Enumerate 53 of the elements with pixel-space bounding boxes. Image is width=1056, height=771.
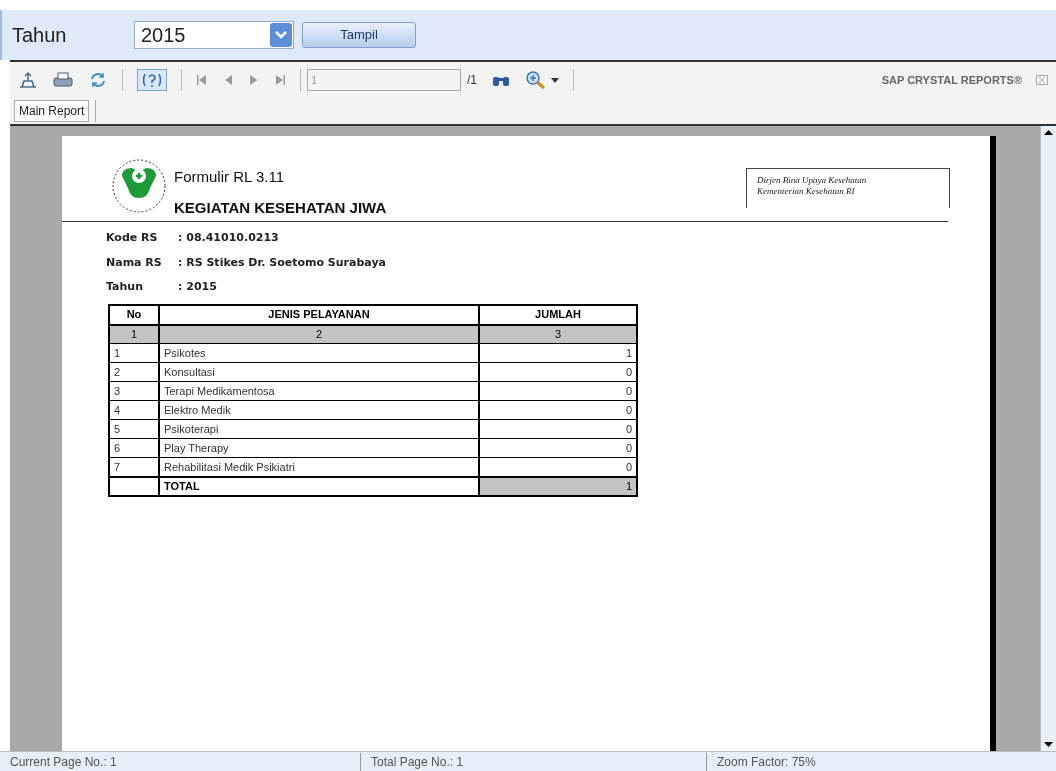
report-subtitle: KEGIATAN KESEHATAN JIWA	[174, 197, 387, 218]
table-cell: Play Therapy	[159, 438, 479, 458]
issuer-line: Dirjen Bina Upaya Kesehatan	[757, 175, 868, 186]
field-label: Nama RS	[106, 254, 163, 271]
table-cell: 1	[109, 343, 159, 363]
refresh-icon[interactable]	[88, 71, 108, 89]
column-header: JUMLAH	[479, 304, 637, 325]
year-dropdown[interactable]: 2015	[134, 21, 294, 49]
status-text: Zoom Factor: 75%	[706, 752, 1056, 771]
table-cell: 0	[479, 438, 637, 458]
table-cell: Konsultasi	[159, 362, 479, 382]
export-icon[interactable]	[18, 71, 38, 89]
first-page-icon[interactable]	[196, 74, 208, 86]
column-header: JENIS PELAYANAN	[159, 304, 479, 325]
zoom-button[interactable]	[525, 70, 559, 90]
show-button[interactable]: Tampil	[302, 22, 416, 48]
column-header: No	[109, 304, 159, 325]
field-value: : 08.41010.0213	[178, 230, 279, 246]
table-cell: 3	[109, 381, 159, 401]
table-cell: Rehabilitasi Medik Psikiatri	[159, 457, 479, 477]
report-tab[interactable]: Main Report	[14, 100, 90, 122]
caret-icon	[551, 77, 559, 83]
status-text: Total Page No.: 1	[360, 752, 706, 771]
year-label: Tahun	[12, 23, 68, 48]
table-cell: 0	[479, 381, 637, 401]
table-cell: 2	[109, 362, 159, 382]
table-cell: 0	[479, 400, 637, 420]
help-icon[interactable]	[137, 69, 167, 91]
field-value: : 2015	[178, 279, 217, 295]
table-cell: Psikotes	[159, 343, 479, 363]
table-cell: 5	[109, 419, 159, 439]
page-total: /1	[467, 72, 477, 89]
table-cell: Elektro Medik	[159, 400, 479, 420]
table-cell: Terapi Medikamentosa	[159, 381, 479, 401]
table-cell: TOTAL	[159, 476, 479, 496]
field-label: Tahun	[106, 279, 144, 295]
last-page-icon[interactable]	[274, 74, 286, 86]
print-icon[interactable]	[52, 71, 74, 89]
table-cell: Psikoterapi	[159, 419, 479, 439]
table-cell: 4	[109, 400, 159, 420]
vertical-scrollbar[interactable]	[1040, 126, 1056, 751]
brand-label: SAP CRYSTAL REPORTS®	[881, 72, 1022, 88]
table-cell: 1	[479, 343, 637, 363]
table-cell: 1	[479, 476, 637, 496]
field-value: : RS Stikes Dr. Soetomo Surabaya	[178, 254, 386, 271]
field-label: Kode RS	[106, 230, 159, 246]
issuer-line: Kementerian Kesehatan RI	[757, 186, 856, 197]
zoom-icon	[525, 70, 547, 90]
table-cell: 0	[479, 362, 637, 382]
table-cell: 6	[109, 438, 159, 458]
report-title: Formulir RL 3.11	[174, 167, 286, 187]
status-text: Current Page No.: 1	[9, 753, 118, 771]
table-cell: 0	[479, 419, 637, 439]
